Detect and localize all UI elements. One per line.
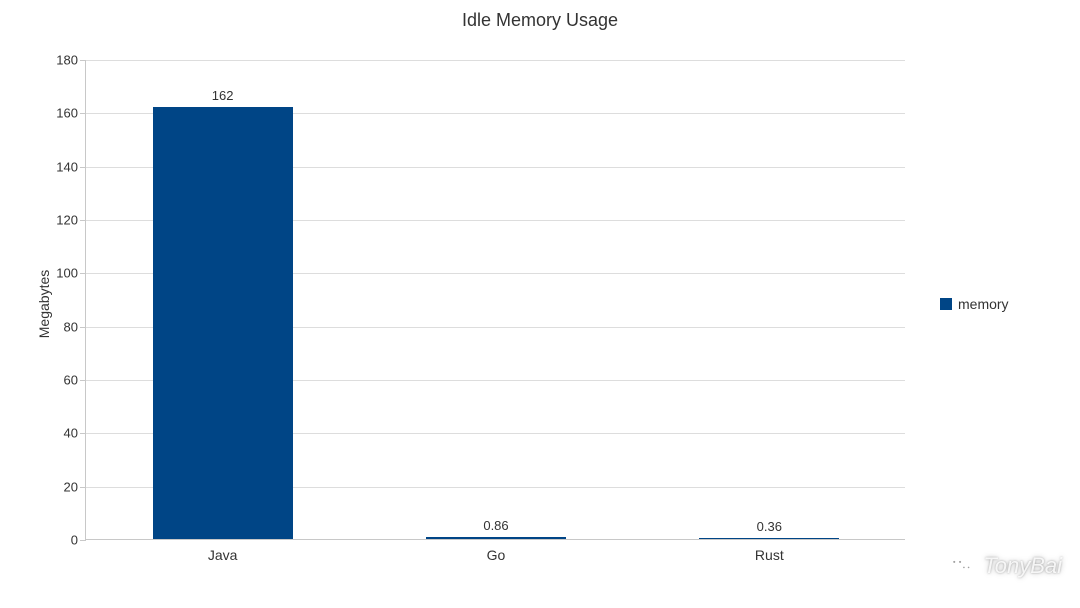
y-tick — [80, 380, 86, 381]
legend-label: memory — [958, 296, 1009, 312]
legend-swatch-icon — [940, 298, 952, 310]
y-axis-label: Megabytes — [36, 270, 52, 338]
x-tick-label: Rust — [755, 547, 784, 563]
gridline — [86, 60, 905, 61]
bar-value-label: 162 — [153, 88, 293, 107]
bar-java: 162 — [153, 107, 293, 539]
y-tick — [80, 167, 86, 168]
plot-area: 020406080100120140160180162Java0.86Go0.3… — [85, 60, 905, 540]
y-tick-label: 120 — [56, 213, 78, 228]
watermark-text: TonyBai — [983, 553, 1062, 579]
y-tick — [80, 327, 86, 328]
bar-rust: 0.36 — [699, 538, 839, 539]
y-tick-label: 20 — [64, 479, 78, 494]
y-tick-label: 0 — [71, 533, 78, 548]
bar-value-label: 0.86 — [426, 518, 566, 537]
x-tick-label: Go — [487, 547, 506, 563]
y-tick-label: 180 — [56, 53, 78, 68]
bar-value-label: 0.36 — [699, 519, 839, 538]
y-tick — [80, 220, 86, 221]
y-tick — [80, 60, 86, 61]
wechat-icon — [947, 552, 975, 580]
legend: memory — [940, 296, 1009, 312]
y-tick — [80, 487, 86, 488]
bar-go: 0.86 — [426, 537, 566, 539]
x-tick-label: Java — [208, 547, 238, 563]
y-tick — [80, 113, 86, 114]
chart-container: Idle Memory Usage Megabytes 020406080100… — [0, 0, 1080, 608]
chart-title: Idle Memory Usage — [0, 10, 1080, 31]
y-tick-label: 40 — [64, 426, 78, 441]
y-tick-label: 160 — [56, 106, 78, 121]
y-tick-label: 60 — [64, 373, 78, 388]
y-tick — [80, 433, 86, 434]
watermark: TonyBai — [947, 552, 1062, 580]
y-tick-label: 80 — [64, 319, 78, 334]
y-tick — [80, 540, 86, 541]
y-tick-label: 100 — [56, 266, 78, 281]
y-tick-label: 140 — [56, 159, 78, 174]
y-tick — [80, 273, 86, 274]
